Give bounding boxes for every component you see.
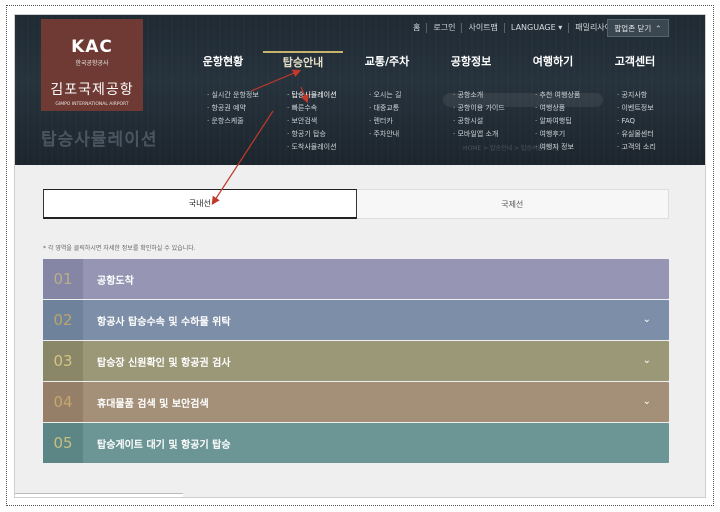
util-sitemap-link[interactable]: 사이트맵	[461, 23, 503, 33]
instruction-text: * 각 영역을 클릭하시면 자세한 정보를 확인하실 수 있습니다.	[43, 245, 196, 252]
step-label: 휴대물품 검색 및 보안검색	[97, 398, 209, 410]
submenu-item[interactable]: 추천 여행상품	[535, 89, 580, 102]
submenu-item[interactable]: 유실물센터	[617, 128, 656, 141]
logo-mark: KAC	[71, 37, 113, 57]
submenu-item[interactable]: 이벤트정보	[617, 102, 656, 115]
flight-type-tabs: 국내선 국제선	[43, 189, 669, 219]
horizontal-scrollbar[interactable]	[15, 493, 183, 497]
utility-nav: 홈 로그인 사이트맵 LANGUAGE ▾ 패밀리사이트 ▾	[407, 23, 632, 33]
step-label: 항공사 탑승수속 및 수하물 위탁	[97, 316, 231, 328]
chevron-down-icon[interactable]: ⌄	[643, 355, 651, 366]
util-home-link[interactable]: 홈	[407, 23, 426, 33]
step-checkin-baggage[interactable]: 02 항공사 탑승수속 및 수하물 위탁 ⌄	[43, 300, 669, 340]
nav-airport-info[interactable]: 공항정보	[431, 51, 511, 73]
step-number: 01	[43, 259, 83, 299]
submenu-flight-status: 실시간 운항정보 항공권 예약 운항스케줄	[207, 89, 259, 128]
popup-zone-label: 팝업존 닫기	[614, 23, 652, 33]
chevron-up-icon: ⌃	[655, 23, 662, 33]
submenu-customer-center: 공지사항 이벤트정보 FAQ 유실물센터 고객의 소리	[617, 89, 656, 154]
logo-airport-name: 김포국제공항	[50, 82, 134, 98]
logo-airport-eng: GIMPO INTERNATIONAL AIRPORT	[55, 102, 129, 107]
submenu-item[interactable]: 대중교통	[369, 102, 401, 115]
submenu-item[interactable]: 여행상품	[535, 102, 580, 115]
step-gate-boarding[interactable]: 05 탑승게이트 대기 및 항공기 탑승	[43, 423, 669, 463]
submenu-item[interactable]: 실시간 운항정보	[207, 89, 258, 102]
submenu-item[interactable]: 알짜여행팁	[535, 115, 580, 128]
submenu-item[interactable]: 항공기 탑승	[287, 128, 337, 141]
submenu-item[interactable]: 공항이용 가이드	[453, 102, 504, 115]
submenu-item[interactable]: 주차안내	[369, 128, 401, 141]
step-security-screening[interactable]: 04 휴대물품 검색 및 보안검색 ⌄	[43, 382, 669, 422]
util-language-select[interactable]: LANGUAGE ▾	[503, 23, 568, 33]
step-airport-arrival[interactable]: 01 공항도착	[43, 259, 669, 299]
step-number: 02	[43, 300, 83, 340]
tab-international[interactable]: 국제선	[356, 189, 669, 219]
logo-sub: 한국공항공사	[75, 60, 109, 67]
submenu-item[interactable]: 운항스케줄	[207, 115, 259, 128]
kac-logo[interactable]: KAC 한국공항공사 김포국제공항 GIMPO INTERNATIONAL AI…	[41, 19, 143, 111]
submenu-boarding-guide: 탑승사뮬레이션 빠른수속 보안검색 항공기 탑승 도착사뮬레이션	[287, 89, 337, 154]
tab-domestic[interactable]: 국내선	[43, 189, 357, 219]
submenu-item[interactable]: 고객의 소리	[617, 141, 655, 154]
util-login-link[interactable]: 로그인	[426, 23, 461, 33]
submenu-item[interactable]: 항공권 예약	[207, 102, 259, 115]
submenu-item[interactable]: 여행지 정보	[535, 141, 580, 154]
step-id-ticket-check[interactable]: 03 탑승장 신원확인 및 항공권 검사 ⌄	[43, 341, 669, 381]
nav-customer-center[interactable]: 고객센터	[595, 51, 675, 73]
submenu-item[interactable]: 오시는 길	[369, 89, 401, 102]
boarding-steps-list: 01 공항도착 02 항공사 탑승수속 및 수하물 위탁 ⌄ 03 탑승장 신원…	[43, 259, 669, 464]
nav-travel[interactable]: 여행하기	[513, 51, 593, 73]
site-header: 탑승사뮬레이션 HOME > 탑승안내 > 탑승사뮬레이션 KAC 한국공항공사…	[15, 15, 705, 165]
main-nav: 운항현황 탑승안내 교통/주차 공항정보 여행하기 고객센터	[183, 51, 703, 81]
submenu-item[interactable]: 보안검색	[287, 115, 337, 128]
step-number: 04	[43, 382, 83, 422]
step-number: 03	[43, 341, 83, 381]
submenu-transport: 오시는 길 대중교통 렌터카 주차안내	[369, 89, 401, 141]
submenu-item[interactable]: 공항시설	[453, 115, 505, 128]
submenu-item[interactable]: 도착사뮬레이션	[287, 141, 336, 154]
browser-viewport: 탑승사뮬레이션 HOME > 탑승안내 > 탑승사뮬레이션 KAC 한국공항공사…	[14, 14, 706, 498]
submenu-item[interactable]: 렌터카	[369, 115, 401, 128]
submenu-item[interactable]: FAQ	[617, 115, 656, 128]
chevron-down-icon[interactable]: ⌄	[643, 396, 651, 407]
nav-flight-status[interactable]: 운항현황	[183, 51, 263, 73]
step-number: 05	[43, 423, 83, 463]
submenu-item[interactable]: 모바일앱 소개	[453, 128, 505, 141]
popup-zone-close-button[interactable]: 팝업존 닫기 ⌃	[607, 19, 669, 37]
chevron-down-icon[interactable]: ⌄	[643, 314, 651, 325]
step-label: 탑승장 신원확인 및 항공권 검사	[97, 357, 231, 369]
submenu-travel: 추천 여행상품 여행상품 알짜여행팁 여행후기 여행지 정보	[535, 89, 580, 154]
submenu-item[interactable]: 여행후기	[535, 128, 580, 141]
step-label: 공항도착	[97, 275, 134, 287]
submenu-airport-info: 공항소개 공항이용 가이드 공항시설 모바일앱 소개	[453, 89, 505, 141]
step-label: 탑승게이트 대기 및 항공기 탑승	[97, 439, 231, 451]
submenu-item[interactable]: 빠른수속	[287, 102, 337, 115]
nav-transport-parking[interactable]: 교통/주차	[347, 51, 427, 73]
nav-boarding-guide[interactable]: 탑승안내	[263, 51, 343, 73]
submenu-item-boarding-simulation[interactable]: 탑승사뮬레이션	[287, 89, 336, 102]
submenu-item[interactable]: 공지사항	[617, 89, 656, 102]
page-title-ghost: 탑승사뮬레이션	[41, 130, 158, 150]
submenu-item[interactable]: 공항소개	[453, 89, 505, 102]
